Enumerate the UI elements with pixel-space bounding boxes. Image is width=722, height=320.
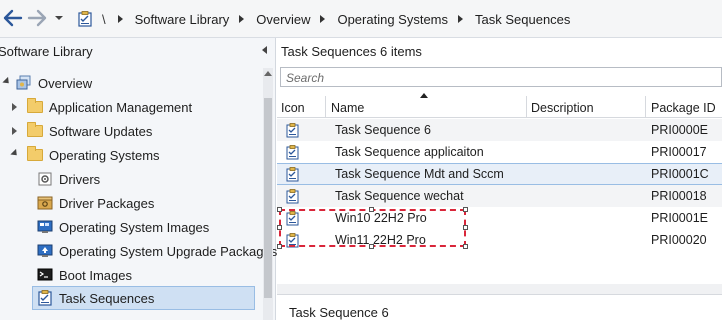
content-pane: Task Sequences 6 items Search Icon Name … (277, 38, 722, 320)
resize-handle[interactable] (463, 244, 468, 249)
tree-item-label: Drivers (59, 171, 101, 187)
resize-handle[interactable] (463, 225, 468, 230)
overview-icon (16, 75, 32, 91)
tree-item-label: Software Updates (49, 123, 153, 139)
column-header-description[interactable]: Description (527, 96, 646, 118)
tree-item-operating-systems[interactable]: Operating Systems (10, 144, 160, 166)
forward-arrow-icon[interactable] (26, 8, 48, 28)
row-package-id: PRI0001E (651, 211, 708, 225)
details-title: Task Sequence 6 (289, 305, 389, 320)
boot-images-icon (37, 267, 53, 283)
resize-handle[interactable] (369, 207, 374, 212)
drivers-icon (37, 171, 53, 187)
tree-item-application-management[interactable]: Application Management (10, 96, 192, 118)
breadcrumb-overview[interactable]: Overview (256, 12, 310, 27)
resize-handle[interactable] (369, 244, 374, 249)
table-row[interactable]: Task Sequence wechat PRI00018 (277, 185, 722, 207)
expand-arrow-icon[interactable] (12, 103, 17, 111)
pane-splitter[interactable] (277, 284, 722, 294)
tree-item-os-upgrade-packages[interactable]: Operating System Upgrade Packages (37, 240, 277, 262)
collapse-pane-icon[interactable] (262, 46, 267, 54)
details-pane: Task Sequence 6 (277, 294, 722, 320)
task-sequence-icon (286, 185, 299, 207)
row-name: Task Sequence applicaiton (335, 145, 484, 159)
tree-item-label: Boot Images (59, 267, 132, 283)
chevron-right-icon[interactable] (239, 15, 245, 23)
tree-item-label: Operating System Upgrade Packages (59, 243, 278, 259)
driver-packages-icon (37, 195, 53, 211)
row-package-id: PRI0001C (651, 167, 709, 181)
resize-handle[interactable] (463, 207, 468, 212)
task-sequences-icon (37, 290, 53, 306)
tree-item-software-updates[interactable]: Software Updates (10, 120, 152, 142)
column-label: Description (531, 101, 594, 115)
table-row[interactable]: Task Sequence applicaiton PRI00017 (277, 141, 722, 163)
task-sequence-icon (286, 119, 299, 141)
navigation-pane: Software Library Overview Application Ma… (0, 38, 277, 320)
column-label: Name (331, 101, 365, 115)
navigation-pane-title: Software Library (0, 44, 93, 59)
tree-item-label: Operating System Images (59, 219, 210, 235)
folder-icon (27, 122, 43, 137)
task-sequences-icon (78, 11, 92, 27)
resize-handle[interactable] (277, 244, 282, 249)
search-input[interactable]: Search (280, 67, 722, 87)
breadcrumb: \ Software Library Overview Operating Sy… (78, 9, 570, 29)
expand-arrow-icon[interactable] (2, 76, 12, 87)
navigation-bar: \ Software Library Overview Operating Sy… (0, 0, 722, 38)
row-package-id: PRI0000E (651, 123, 708, 137)
tree-item-task-sequences[interactable]: Task Sequences (32, 286, 255, 310)
tree-item-label: Application Management (49, 99, 193, 115)
scroll-up-icon[interactable] (264, 71, 272, 76)
tree-item-label: Task Sequences (59, 290, 155, 306)
tree-item-overview[interactable]: Overview (2, 72, 93, 94)
chevron-right-icon[interactable] (117, 15, 123, 23)
table-header: Icon Name Description Package ID (277, 93, 722, 118)
folder-icon (27, 98, 43, 113)
column-header-name[interactable]: Name (326, 96, 527, 118)
collapse-arrow-icon[interactable] (10, 148, 20, 159)
navigation-scrollbar[interactable] (263, 68, 273, 320)
column-header-icon[interactable]: Icon (277, 96, 326, 118)
tree-item-label: Operating Systems (49, 147, 160, 163)
table-row[interactable]: Task Sequence Mdt and Sccm PRI0001C (277, 163, 722, 185)
column-label: Icon (281, 101, 305, 115)
back-arrow-icon[interactable] (2, 8, 24, 28)
row-name: Task Sequence Mdt and Sccm (335, 167, 504, 181)
folder-icon (27, 146, 43, 161)
expand-arrow-icon[interactable] (12, 127, 17, 135)
search-placeholder: Search (286, 71, 325, 85)
task-sequence-icon (286, 141, 299, 163)
tree-item-drivers[interactable]: Drivers (37, 168, 100, 190)
os-images-icon (37, 219, 53, 235)
os-upgrade-icon (37, 243, 53, 259)
breadcrumb-operating-systems[interactable]: Operating Systems (337, 12, 448, 27)
chevron-right-icon[interactable] (320, 15, 326, 23)
row-package-id: PRI00020 (651, 233, 707, 247)
tree-item-label: Overview (38, 75, 93, 91)
row-package-id: PRI00018 (651, 189, 707, 203)
row-name: Task Sequence 6 (335, 123, 431, 137)
column-label: Package ID (651, 101, 716, 115)
scrollbar-thumb[interactable] (264, 98, 272, 298)
resize-handle[interactable] (277, 207, 282, 212)
breadcrumb-task-sequences[interactable]: Task Sequences (475, 12, 570, 27)
tree-item-os-images[interactable]: Operating System Images (37, 216, 209, 238)
row-package-id: PRI00017 (651, 145, 707, 159)
list-title: Task Sequences 6 items (281, 44, 422, 59)
row-name: Task Sequence wechat (335, 189, 464, 203)
tree-item-boot-images[interactable]: Boot Images (37, 264, 132, 286)
chevron-right-icon[interactable] (458, 15, 464, 23)
table-row[interactable]: Task Sequence 6 PRI0000E (277, 119, 722, 141)
navigation-pane-header: Software Library (0, 38, 276, 64)
selection-highlight-box (277, 207, 468, 249)
resize-handle[interactable] (277, 225, 282, 230)
chevron-down-icon[interactable] (52, 8, 66, 28)
tree-item-label: Driver Packages (59, 195, 155, 211)
breadcrumb-root[interactable]: \ (102, 12, 106, 27)
task-sequence-icon (286, 163, 299, 185)
column-header-package-id[interactable]: Package ID (646, 96, 722, 118)
tree-item-driver-packages[interactable]: Driver Packages (37, 192, 154, 214)
breadcrumb-software-library[interactable]: Software Library (135, 12, 230, 27)
